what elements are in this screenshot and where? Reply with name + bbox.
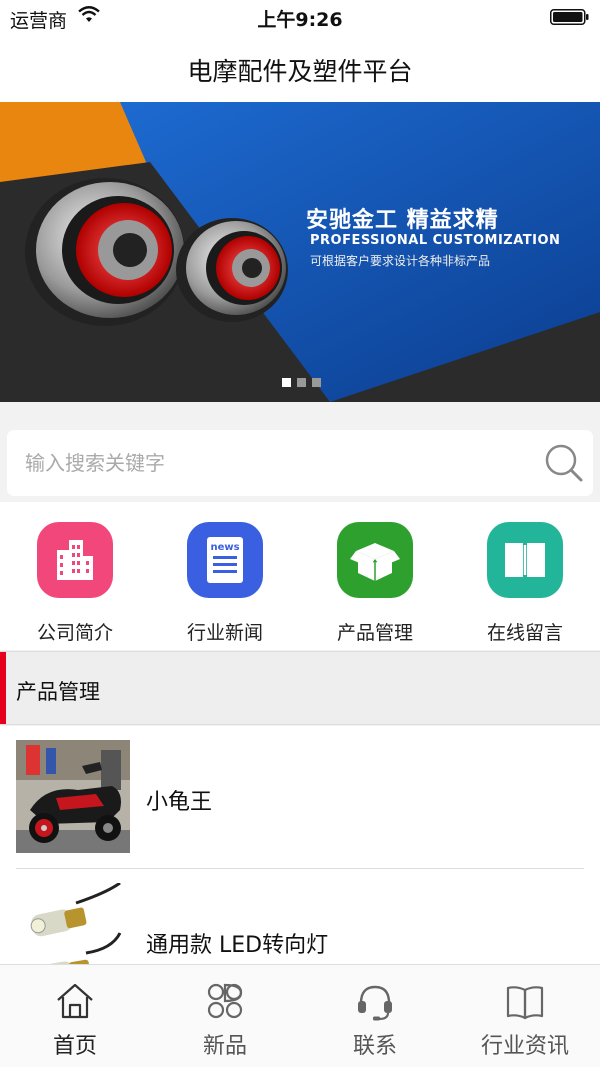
tab-bar: 首页 新品 联系 行业资讯	[0, 964, 600, 1067]
quick-item-company-intro[interactable]: 公司简介	[0, 502, 150, 650]
quick-item-online-message[interactable]: 在线留言	[450, 502, 600, 650]
list-item[interactable]: 小龟王	[0, 726, 600, 869]
quick-item-label: 公司简介	[36, 622, 113, 644]
news-icon: news	[187, 522, 263, 598]
quick-item-product-management[interactable]: 产品管理	[300, 502, 450, 650]
search-area	[0, 402, 600, 502]
tab-industry-info[interactable]: 行业资讯	[450, 965, 600, 1067]
section-header: 产品管理	[0, 651, 600, 725]
battery-icon	[550, 9, 589, 25]
banner-carousel[interactable]: 安驰金工 精益求精 PROFESSIONAL CUSTOMIZATION 可根据…	[0, 102, 600, 402]
banner-description: 可根据客户要求设计各种非标产品	[310, 254, 491, 268]
book-icon	[506, 986, 544, 1020]
quick-item-label: 行业新闻	[186, 622, 263, 644]
section-accent-bar	[0, 652, 6, 724]
search-box[interactable]	[7, 430, 593, 496]
tab-label: 首页	[52, 1034, 97, 1059]
search-input[interactable]	[25, 440, 535, 486]
tab-label: 联系	[352, 1034, 397, 1059]
box-icon	[337, 522, 413, 598]
home-icon	[57, 983, 93, 1019]
grid-icon	[207, 983, 243, 1019]
quick-item-industry-news[interactable]: news 行业新闻	[150, 502, 300, 650]
status-bar: 运营商 上午9:26	[0, 0, 600, 34]
scooter-image	[16, 740, 130, 853]
product-name: 小龟王	[146, 790, 213, 815]
turn-signal-image	[16, 883, 130, 964]
tab-label: 行业资讯	[480, 1034, 569, 1059]
product-list: 小龟王 通用款 LED转向灯	[0, 726, 600, 964]
carousel-dot[interactable]	[297, 378, 306, 387]
tab-new-products[interactable]: 新品	[150, 965, 300, 1067]
quick-item-label: 产品管理	[336, 622, 413, 644]
page-title: 电摩配件及塑件平台	[187, 57, 413, 86]
list-item[interactable]: 通用款 LED转向灯	[0, 869, 600, 964]
search-icon[interactable]	[543, 442, 585, 484]
quick-menu: 公司简介 news 行业新闻 产品管理 在线留言	[0, 502, 600, 650]
tab-label: 新品	[202, 1034, 247, 1059]
section-title: 产品管理	[16, 680, 100, 704]
banner-subtitle: PROFESSIONAL CUSTOMIZATION	[310, 233, 561, 248]
svg-text:news: news	[210, 542, 239, 553]
banner-image	[0, 102, 600, 402]
carousel-dot[interactable]	[312, 378, 321, 387]
status-time: 上午9:26	[257, 9, 343, 31]
headset-icon	[358, 985, 392, 1021]
nav-bar: 电摩配件及塑件平台	[0, 34, 600, 102]
quick-item-label: 在线留言	[486, 622, 563, 644]
tab-home[interactable]: 首页	[0, 965, 150, 1067]
product-name: 通用款 LED转向灯	[146, 933, 329, 958]
building-icon	[37, 522, 113, 598]
carousel-dot[interactable]	[282, 378, 291, 387]
tab-contact[interactable]: 联系	[300, 965, 450, 1067]
banner-headline: 安驰金工 精益求精	[306, 208, 499, 233]
book-icon	[487, 522, 563, 598]
carousel-indicator	[282, 378, 321, 387]
